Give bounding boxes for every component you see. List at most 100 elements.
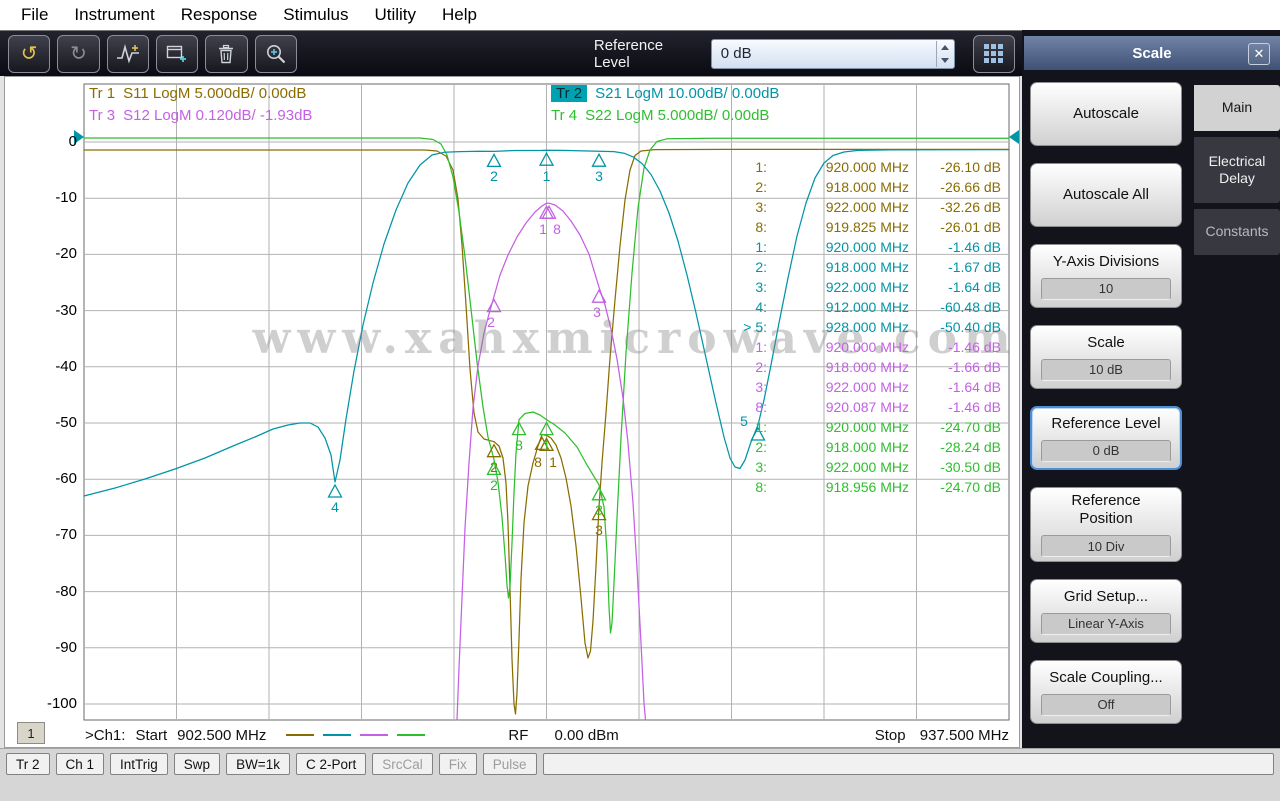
marker-label: 8 [515, 437, 523, 453]
tab-constants[interactable]: Constants [1194, 209, 1280, 255]
menu-instrument[interactable]: Instrument [61, 2, 167, 28]
start-value[interactable]: 902.500 MHz [177, 727, 266, 744]
marker-label: 1 [539, 221, 547, 237]
add-channel-button[interactable] [155, 34, 199, 73]
menu-utility[interactable]: Utility [361, 2, 429, 28]
status-active-trace[interactable]: Tr 2 [6, 753, 50, 775]
zoom-in-icon [266, 45, 285, 64]
marker-readout: 1920.000 MHz-26.10 dB 2918.000 MHz-26.66… [727, 157, 1001, 497]
chart-footer: >Ch1: Start 902.500 MHz RF 0.00 dBm Stop… [85, 725, 1009, 745]
delete-button[interactable] [205, 34, 248, 73]
y-axis-divisions-button[interactable]: Y-Axis Divisions 10 [1030, 244, 1182, 308]
trash-icon [219, 44, 234, 63]
status-bandwidth[interactable]: BW=1k [226, 753, 290, 775]
trace-desc-tr4: S22 LogM 5.000dB/ 0.00dB [585, 107, 770, 124]
rf-value[interactable]: 0.00 dBm [555, 727, 619, 744]
zoom-button[interactable] [254, 34, 297, 73]
button-label: Reference Position [1071, 492, 1141, 527]
scale-panel-title: Scale [1132, 44, 1172, 62]
trace-label-tr3[interactable]: Tr 3 S12 LogM 0.120dB/ -1.93dB [89, 107, 312, 124]
menu-file[interactable]: File [8, 2, 61, 28]
status-sweep[interactable]: Swp [173, 753, 221, 775]
rf-power-group: RF 0.00 dBm [508, 727, 618, 744]
scale-panel-buttons: Autoscale Autoscale All Y-Axis Divisions… [1022, 82, 1192, 741]
marker-label: 3 [593, 304, 601, 320]
reference-position-button[interactable]: Reference Position 10 Div [1030, 487, 1182, 562]
status-bar: Tr 2 Ch 1 IntTrig Swp BW=1k C 2-Port Src… [0, 748, 1280, 801]
menu-stimulus[interactable]: Stimulus [270, 2, 361, 28]
scale-coupling-button[interactable]: Scale Coupling... Off [1030, 660, 1182, 724]
reference-level-input[interactable]: 0 dB [710, 38, 955, 69]
stop-label: Stop [874, 726, 906, 744]
y-axis-label: -50 [55, 414, 77, 431]
trace-color-legend [286, 734, 434, 736]
keypad-icon [984, 44, 1004, 63]
button-label: Scale Coupling... [1049, 668, 1163, 686]
button-value: 10 dB [1041, 358, 1171, 381]
trace-desc-tr1: S11 LogM 5.000dB/ 0.00dB [123, 85, 307, 102]
channel-label: >Ch1: [85, 726, 126, 744]
marker-label: 8 [553, 221, 561, 237]
y-axis-label: 0 [68, 133, 77, 150]
button-label: Scale [1087, 333, 1125, 351]
button-label: Y-Axis Divisions [1052, 252, 1160, 270]
autoscale-all-button[interactable]: Autoscale All [1030, 163, 1182, 227]
button-label: Reference Level [1051, 414, 1161, 432]
toolbar: ↺ ↻ Reference Level 0 dB [0, 30, 1022, 76]
undo-button[interactable]: ↺ [8, 34, 51, 73]
spinner-down-icon[interactable] [937, 54, 954, 67]
marker-label: 1 [543, 168, 551, 184]
grid-setup-button[interactable]: Grid Setup... Linear Y-Axis [1030, 579, 1182, 643]
trace-label-tr2[interactable]: Tr 2 S21 LogM 10.00dB/ 0.00dB [551, 85, 779, 102]
button-label: Grid Setup... [1063, 587, 1149, 605]
stop-value[interactable]: 937.500 MHz [920, 727, 1009, 744]
spinner-up-icon[interactable] [937, 41, 954, 54]
status-fix: Fix [438, 753, 477, 775]
scale-panel: Scale ✕ Autoscale Autoscale All Y-Axis D… [1022, 30, 1280, 748]
legend-dash-tr2 [323, 734, 352, 736]
trace-label-tr1[interactable]: Tr 1 S11 LogM 5.000dB/ 0.00dB [89, 85, 306, 102]
autoscale-button[interactable]: Autoscale [1030, 82, 1182, 146]
status-trigger[interactable]: IntTrig [110, 753, 168, 775]
trace-id-tr4: Tr 4 [551, 107, 578, 124]
add-channel-icon [166, 45, 187, 62]
tab-electrical-delay[interactable]: Electrical Delay [1194, 137, 1280, 203]
status-active-channel[interactable]: Ch 1 [55, 753, 105, 775]
trace-id-tr2: Tr 2 [551, 85, 588, 102]
y-axis-label: -70 [55, 526, 77, 544]
marker-label: 2 [487, 314, 495, 330]
start-label: Start [135, 726, 168, 744]
y-axis-label: -60 [55, 470, 77, 488]
marker-label: 4 [331, 499, 339, 515]
menu-help[interactable]: Help [429, 2, 490, 28]
tab-label: Main [1221, 99, 1253, 116]
redo-button[interactable]: ↻ [57, 34, 100, 73]
reference-level-label: Reference Level [593, 36, 664, 71]
scale-button[interactable]: Scale 10 dB [1030, 325, 1182, 389]
add-trace-button[interactable] [106, 34, 149, 73]
close-button[interactable]: ✕ [1248, 43, 1270, 65]
ref-position-arrow-right [1009, 130, 1019, 144]
y-axis-label: -30 [55, 301, 77, 319]
marker-label: 3 [595, 502, 603, 518]
marker-label: 1 [549, 454, 557, 470]
tab-main[interactable]: Main [1194, 85, 1280, 131]
status-pulse: Pulse [482, 753, 537, 775]
reference-level-button[interactable]: Reference Level 0 dB [1030, 406, 1182, 470]
button-label: Autoscale All [1063, 186, 1149, 203]
channel-number-box[interactable]: 1 [17, 722, 45, 744]
keypad-button[interactable] [972, 34, 1015, 73]
button-value: 10 Div [1041, 535, 1171, 557]
menu-response[interactable]: Response [168, 2, 271, 28]
button-value: Linear Y-Axis [1041, 612, 1171, 635]
status-calibration[interactable]: C 2-Port [295, 753, 367, 775]
trace-label-tr4[interactable]: Tr 4 S22 LogM 5.000dB/ 0.00dB [551, 107, 769, 124]
stop-group: Stop 937.500 MHz [875, 727, 1009, 744]
button-label: Autoscale [1073, 105, 1139, 122]
redo-icon: ↻ [70, 42, 87, 65]
undo-icon: ↺ [20, 42, 38, 65]
close-icon: ✕ [1253, 46, 1265, 61]
tab-label: Electrical Delay [1208, 152, 1266, 187]
y-axis-label: -10 [55, 189, 77, 207]
reference-level-value[interactable]: 0 dB [712, 45, 936, 62]
